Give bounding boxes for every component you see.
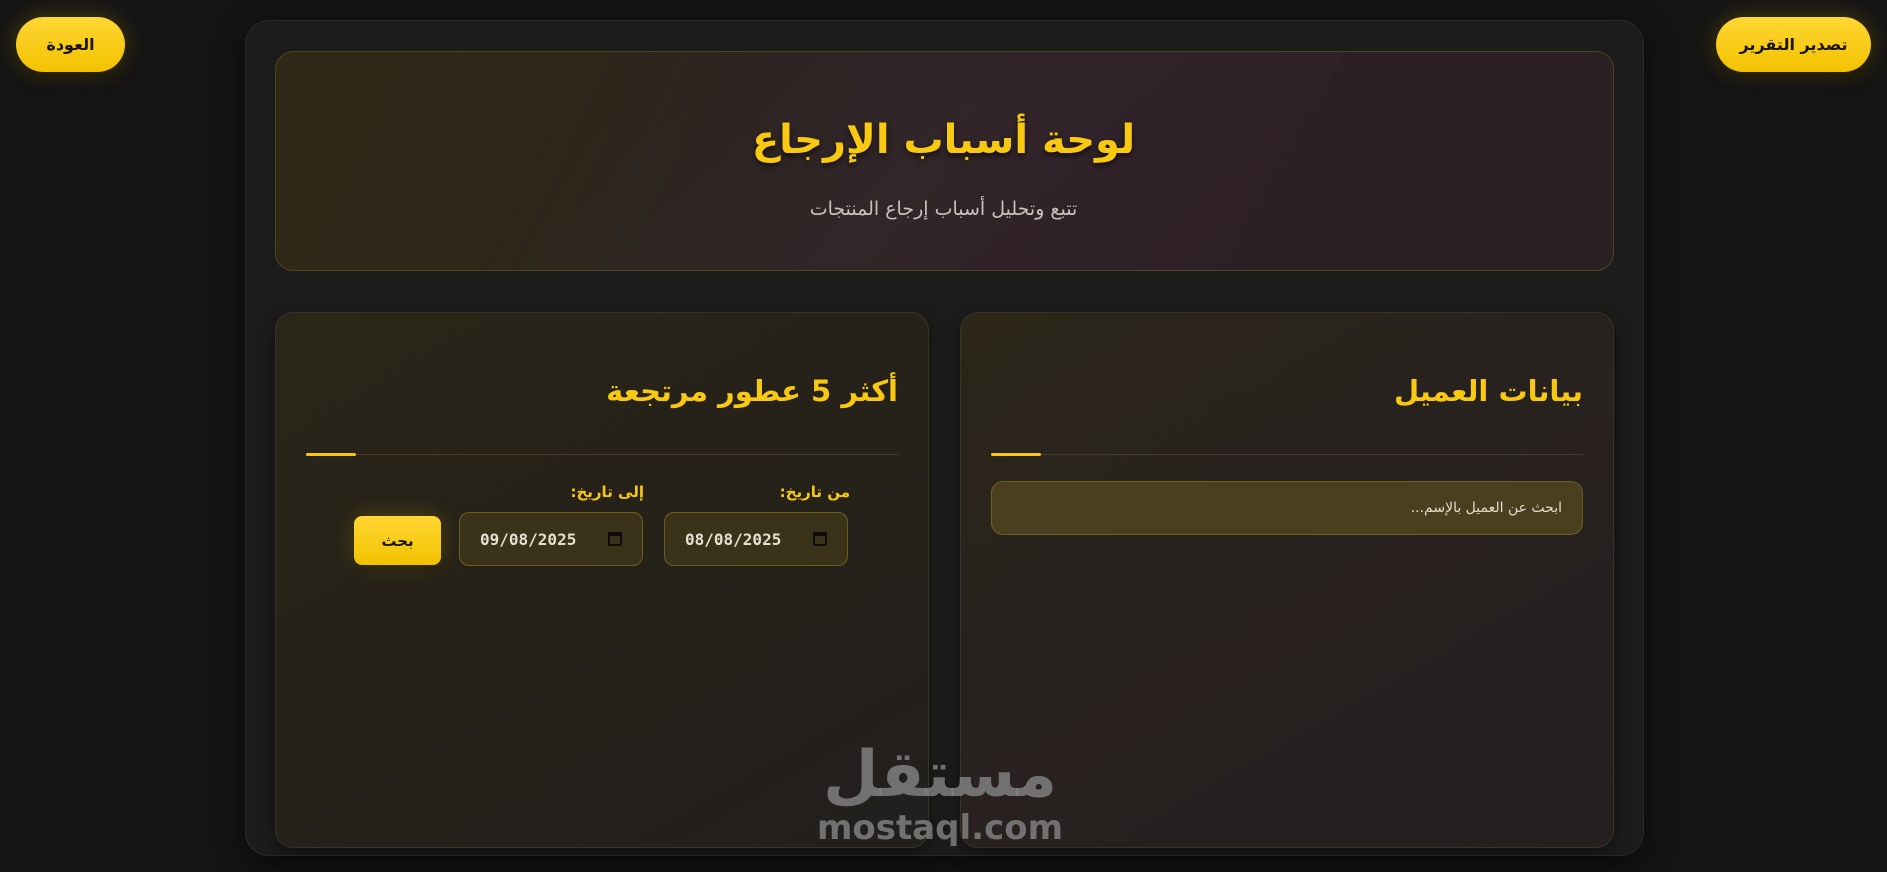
from-date-input[interactable]: 08/08/2025 bbox=[664, 512, 848, 566]
to-date-value: 09/08/2025 bbox=[480, 529, 577, 549]
export-report-button[interactable]: تصدير التقرير bbox=[1716, 17, 1871, 72]
calendar-icon[interactable] bbox=[813, 532, 827, 546]
calendar-icon[interactable] bbox=[608, 532, 622, 546]
customer-search-input[interactable] bbox=[991, 481, 1583, 535]
customer-data-card: بيانات العميل bbox=[960, 312, 1614, 848]
divider bbox=[306, 454, 898, 455]
top5-returned-card: أكثر 5 عطور مرتجعة من تاريخ: إلى تاريخ: … bbox=[275, 312, 929, 848]
divider-accent bbox=[306, 453, 356, 456]
back-button[interactable]: العودة bbox=[16, 17, 125, 72]
search-button[interactable]: بحث bbox=[354, 516, 441, 565]
top5-card-title: أكثر 5 عطور مرتجعة bbox=[606, 374, 898, 408]
page-subtitle: تتبع وتحليل أسباب إرجاع المنتجات bbox=[809, 198, 1078, 220]
from-date-value: 08/08/2025 bbox=[685, 529, 782, 549]
divider bbox=[991, 454, 1583, 455]
from-date-label: من تاريخ: bbox=[779, 483, 850, 501]
customer-card-title: بيانات العميل bbox=[1394, 374, 1583, 408]
to-date-label: إلى تاريخ: bbox=[570, 483, 644, 501]
divider-accent bbox=[991, 453, 1041, 456]
page-title: لوحة أسباب الإرجاع bbox=[751, 117, 1136, 163]
to-date-input[interactable]: 09/08/2025 bbox=[459, 512, 643, 566]
